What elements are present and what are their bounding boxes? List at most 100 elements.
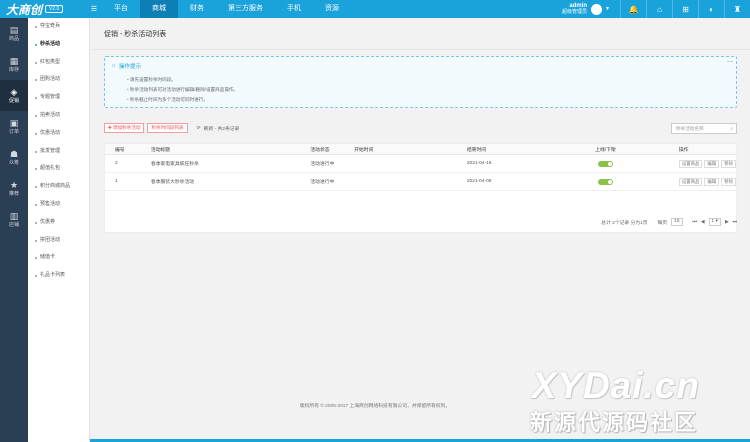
secondary-sidebar: 夺宝奇兵 秒杀活动 红包类型 团购活动 专题管理 拍卖活动 优惠活动 批发管理 … — [28, 18, 90, 442]
cell-status: 活动进行中 — [310, 162, 335, 167]
leftnav-crowdfund[interactable]: ☗ 众筹 — [0, 142, 28, 173]
leftnav-inventory[interactable]: ▦ 库存 — [0, 49, 28, 80]
online-toggle[interactable] — [597, 178, 613, 185]
leftnav-promotion[interactable]: ◈ 促销 — [0, 80, 28, 111]
column-header: 活动标题 — [150, 147, 171, 153]
submenu-item[interactable]: 团购活动 — [28, 71, 89, 89]
submenu-item[interactable]: 夺宝奇兵 — [28, 18, 89, 36]
tip-item: 秒杀截止时间为多个活动可同时进行。 — [127, 95, 238, 105]
top-nav-third-party[interactable]: 第三方服务 — [216, 0, 275, 18]
store-icon: ▥ — [9, 211, 19, 221]
submenu-item[interactable]: 储值卡 — [28, 249, 89, 267]
menu-collapse-icon[interactable]: ☰ — [90, 0, 98, 18]
search-icon[interactable]: ⌕ — [730, 124, 733, 133]
refresh-label: 刷新 - 共2条记录 — [203, 126, 240, 132]
refresh-button[interactable]: ⟳ 刷新 - 共2条记录 — [197, 125, 240, 132]
edit-button[interactable]: 编辑 — [704, 177, 720, 186]
leftnav-goods[interactable]: ▤ 商品 — [0, 18, 28, 49]
submenu-item[interactable]: 拍卖活动 — [28, 107, 89, 125]
submenu-item[interactable]: 优惠券 — [28, 214, 89, 232]
submenu-item[interactable]: 专题管理 — [28, 89, 89, 107]
bell-icon[interactable]: 🔔 — [620, 0, 646, 18]
top-nav-resources[interactable]: 资源 — [313, 0, 351, 18]
submenu-item[interactable]: 超值礼包 — [28, 160, 89, 178]
plus-icon: ✚ — [108, 125, 112, 130]
add-seckill-label: 添加秒杀活动 — [112, 125, 141, 130]
tips-toggle-icon[interactable]: — — [727, 59, 733, 65]
column-header: 开始时间 — [354, 147, 374, 153]
pager-summary: 总计 2个记录 分为1页 — [601, 220, 648, 226]
top-nav-finance[interactable]: 财务 — [178, 0, 216, 18]
order-icon: ▣ — [9, 118, 19, 128]
first-page-icon[interactable]: ⏮ — [693, 219, 697, 225]
watermark-logo: XYDai.cn — [531, 365, 700, 406]
edit-button[interactable]: 编辑 — [704, 159, 720, 168]
logo[interactable]: 大商创 V2.0 — [0, 0, 90, 18]
table-header: 编号 活动标题 活动状态 开始时间 结束时间 上线/下架 操作 — [105, 144, 736, 155]
remove-button[interactable]: 移除 — [721, 177, 736, 186]
cell-id: 2 — [115, 161, 118, 166]
top-right-area: admin 超级管理员 ▼ 🔔 ⌂ ⊞ ◐ ♜ — [562, 0, 750, 18]
top-nav-platform[interactable]: 平台 — [102, 0, 140, 18]
leftnav-order[interactable]: ▣ 订单 — [0, 111, 28, 142]
next-page-icon[interactable]: ▶ — [725, 220, 729, 225]
cell-status: 活动进行中 — [310, 180, 335, 185]
user-dropdown-icon[interactable]: ▼ — [605, 6, 610, 12]
submenu-item[interactable]: 优惠活动 — [28, 125, 89, 143]
breadcrumb: 促销 - 秒杀活动列表 — [104, 31, 167, 38]
top-nav-mall[interactable]: 商城 — [140, 0, 178, 18]
top-nav-mobile[interactable]: 手机 — [275, 0, 313, 18]
tips-title-text: 操作提示 — [119, 64, 142, 70]
top-nav: 平台 商城 财务 第三方服务 手机 资源 — [102, 0, 351, 18]
submenu-item[interactable]: 礼品卡列表 — [28, 267, 89, 285]
submenu-item[interactable]: 拼团活动 — [28, 232, 89, 250]
submenu-item[interactable]: 积分商城商品 — [28, 178, 89, 196]
table-row: 2 春季家电家具疯狂秒杀 活动进行中 2021-04-16 设置商品 编辑 移除 — [105, 155, 736, 173]
per-page-input[interactable]: 15 — [671, 218, 683, 226]
lightbulb-icon: ☼ — [111, 63, 117, 69]
leftnav-recommend[interactable]: ★ 推荐 — [0, 173, 28, 204]
crowdfund-icon: ☗ — [9, 149, 19, 159]
sitemap-icon[interactable]: ⊞ — [672, 0, 698, 18]
leftnav-label: 推荐 — [8, 191, 19, 197]
cell-title: 春季服装大秒杀活动 — [150, 180, 195, 185]
avatar[interactable] — [591, 3, 603, 15]
add-seckill-button[interactable]: ✚ 添加秒杀活动 — [104, 123, 145, 133]
column-header: 编号 — [115, 147, 125, 153]
leftnav-store[interactable]: ▥ 店铺 — [0, 204, 28, 235]
column-header: 操作 — [678, 147, 689, 153]
toolbar: ✚ 添加秒杀活动 秒杀时间段列表 ⟳ 刷新 - 共2条记录 秒杀活动名称 ⌕ — [104, 122, 737, 134]
per-page-label: 每页 — [657, 220, 668, 226]
clear-cache-icon[interactable]: ♜ — [724, 0, 750, 18]
remove-button[interactable]: 移除 — [721, 159, 736, 168]
cell-title: 春季家电家具疯狂秒杀 — [150, 162, 199, 167]
time-slot-list-button[interactable]: 秒杀时间段列表 — [147, 123, 188, 133]
set-goods-button[interactable]: 设置商品 — [678, 159, 703, 168]
prev-page-icon[interactable]: ◀ — [701, 220, 705, 225]
online-toggle[interactable] — [597, 160, 613, 167]
cell-end: 2021-04-16 — [466, 161, 492, 166]
tips-title[interactable]: ☼ 操作提示 — [111, 62, 141, 70]
search-input[interactable]: 秒杀活动名称 ⌕ — [671, 122, 737, 134]
primary-sidebar: ▤ 商品 ▦ 库存 ◈ 促销 ▣ 订单 ☗ 众筹 ★ 推荐 ▥ 店铺 — [0, 18, 28, 442]
set-goods-button[interactable]: 设置商品 — [678, 177, 703, 186]
divider — [92, 49, 750, 50]
cell-end: 2021-04-08 — [466, 179, 492, 184]
user-role: 超级管理员 — [562, 9, 588, 15]
user-info[interactable]: admin 超级管理员 — [562, 3, 587, 15]
pagination: 总计 2个记录 分为1页 每页 15 ⏮ ◀ 1 ▾ ▶ ⏭ — [104, 215, 737, 229]
star-icon: ★ — [9, 180, 19, 190]
leftnav-label: 促销 — [8, 98, 19, 104]
version-badge: V2.0 — [45, 5, 64, 13]
submenu-item[interactable]: 预售活动 — [28, 196, 89, 214]
last-page-icon[interactable]: ⏭ — [733, 219, 737, 225]
submenu-item[interactable]: 批发管理 — [28, 143, 89, 161]
page-select[interactable]: 1 ▾ — [708, 218, 721, 226]
submenu-item[interactable]: 红包类型 — [28, 54, 89, 72]
home-icon[interactable]: ⌂ — [646, 0, 672, 18]
top-navigation-bar: 大商创 V2.0 ☰ 平台 商城 财务 第三方服务 手机 资源 admin 超级… — [0, 0, 750, 18]
submenu-item-seckill[interactable]: 秒杀活动 — [28, 36, 89, 54]
tips-list: 请先设置秒杀时间段。 秒杀活动列表可对活动进行编辑/删除/设置商品操作。 秒杀截… — [127, 75, 238, 105]
inventory-icon: ▦ — [9, 56, 19, 66]
palette-icon[interactable]: ◐ — [698, 0, 724, 18]
